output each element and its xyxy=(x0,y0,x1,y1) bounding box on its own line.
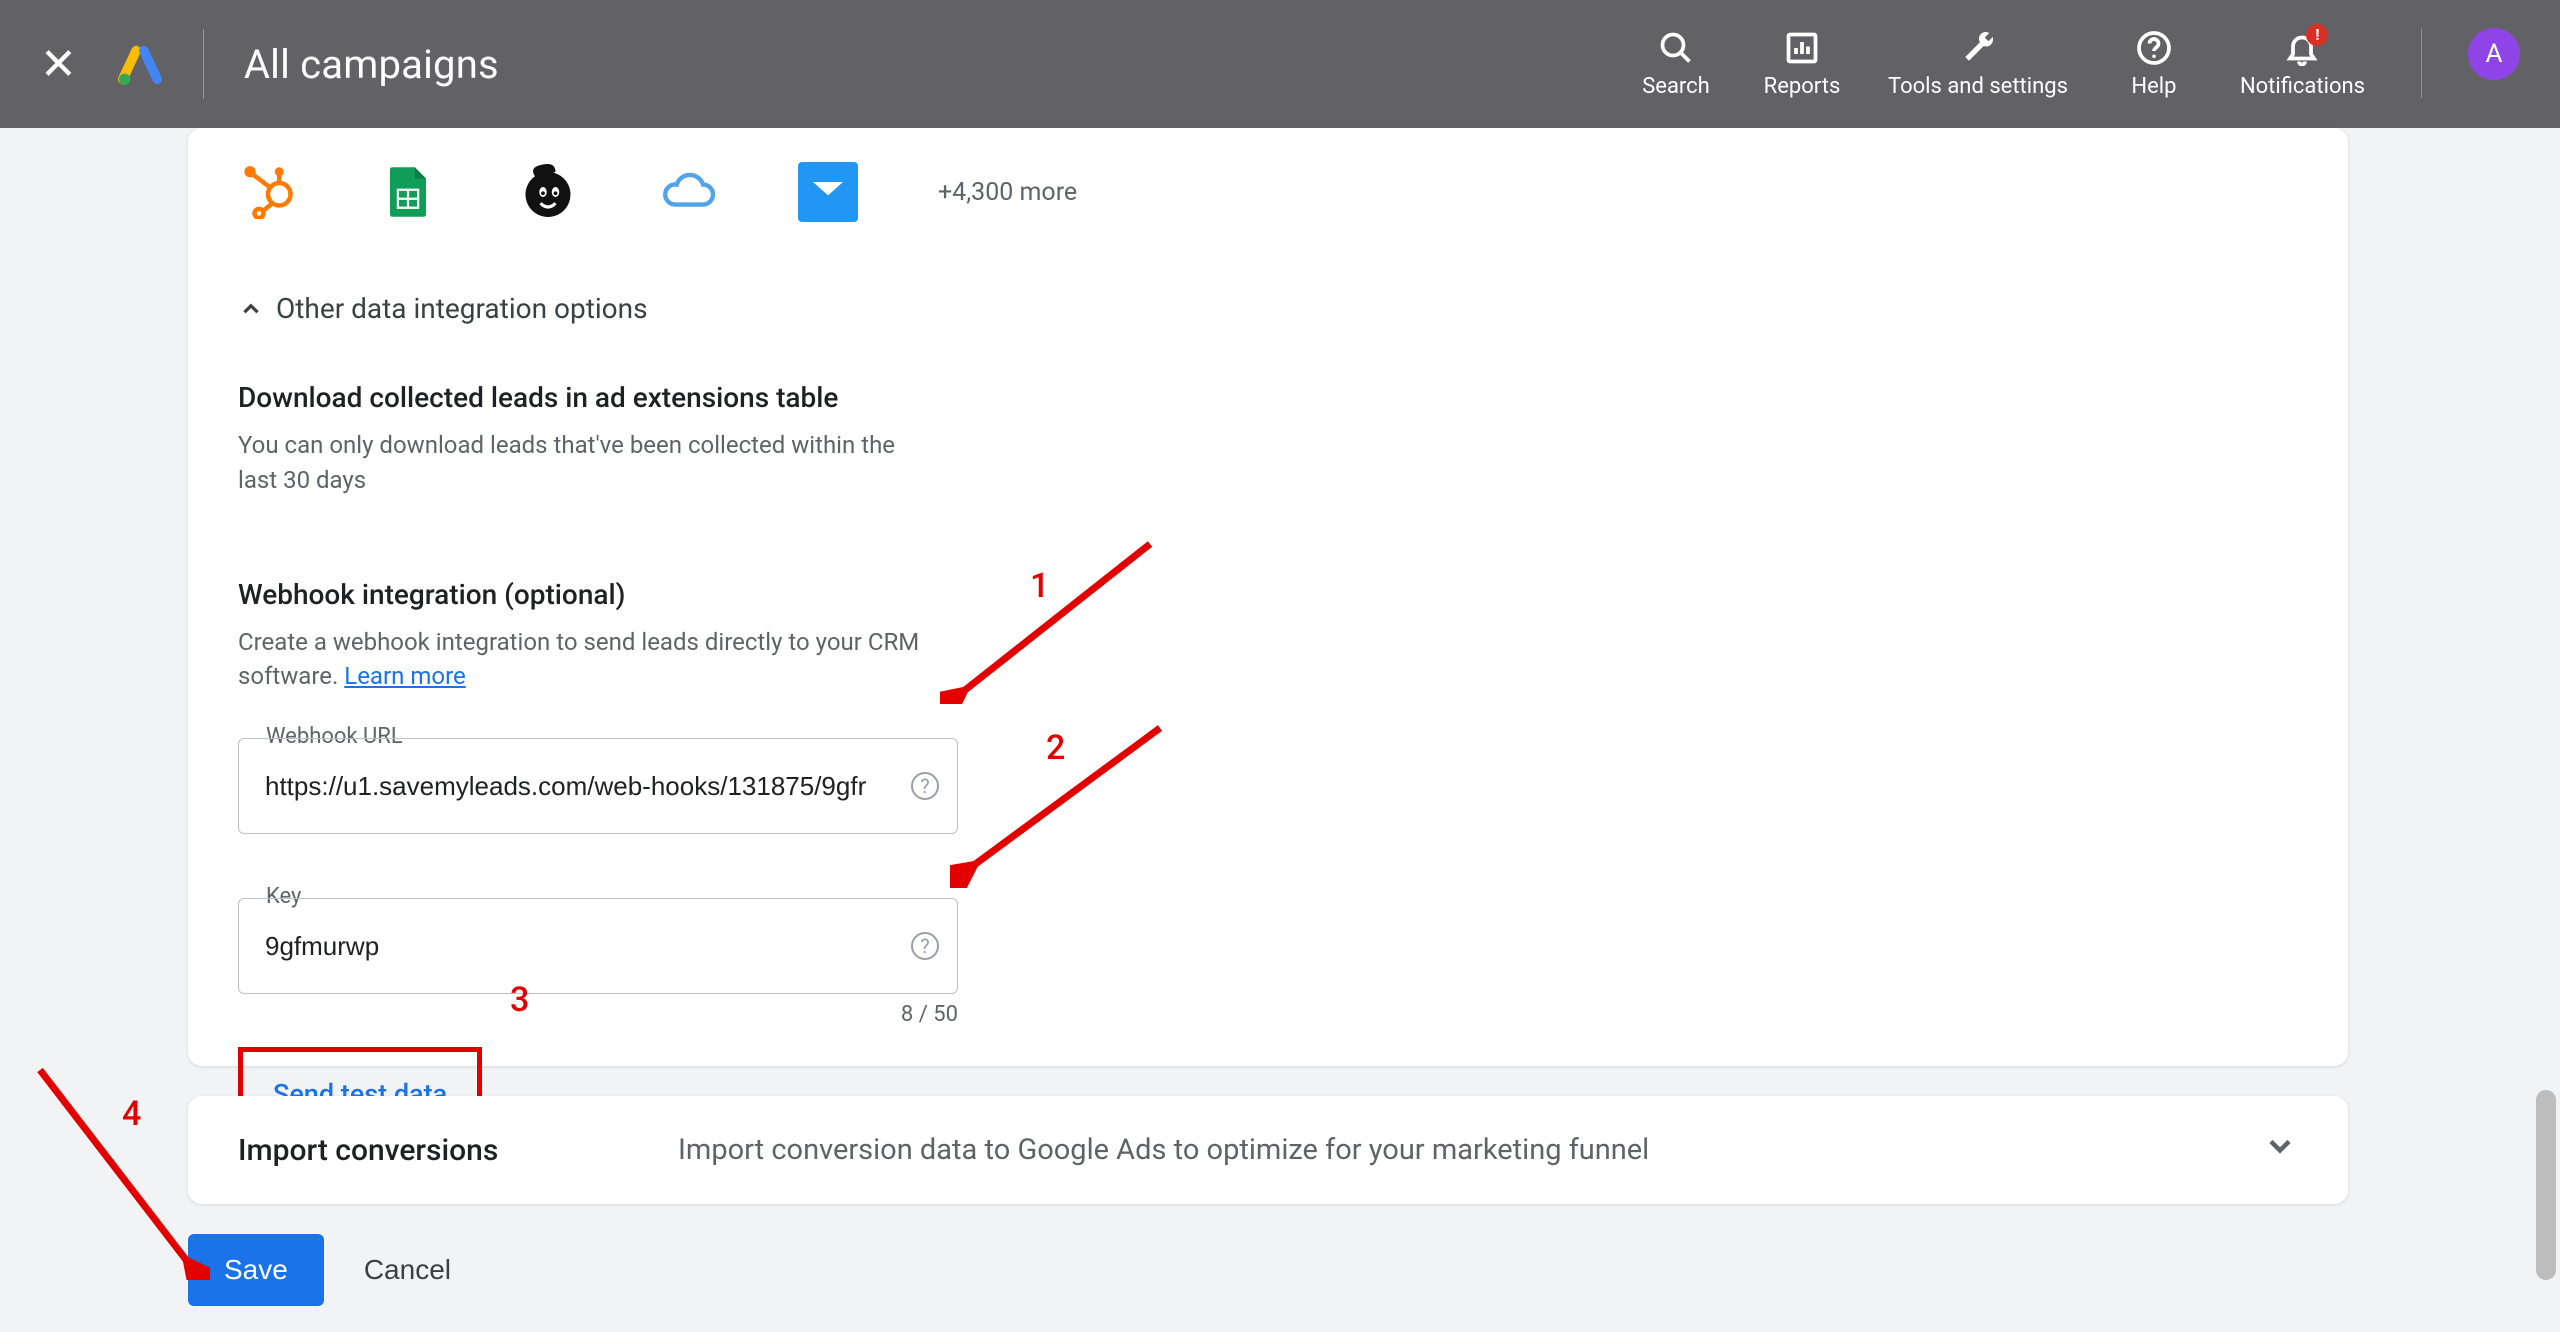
import-conversions-desc: Import conversion data to Google Ads to … xyxy=(678,1133,2262,1167)
search-label: Search xyxy=(1642,74,1710,100)
webhook-url-box: ? xyxy=(238,738,958,834)
top-bar: ✕ All campaigns Search Reports Tools and… xyxy=(0,0,2560,128)
webhook-key-field: Key ? xyxy=(238,898,958,994)
mailchimp-icon[interactable] xyxy=(518,162,578,222)
divider xyxy=(2421,28,2422,98)
import-conversions-card[interactable]: Import conversions Import conversion dat… xyxy=(188,1096,2348,1204)
help-icon xyxy=(2134,28,2174,68)
annotation-number-1: 1 xyxy=(1030,566,1049,606)
google-ads-logo xyxy=(117,41,163,87)
annotation-number-3: 3 xyxy=(510,980,529,1020)
close-icon[interactable]: ✕ xyxy=(40,42,77,86)
webhook-desc-text: Create a webhook integration to send lea… xyxy=(238,628,919,691)
help-label: Help xyxy=(2131,74,2176,100)
reports-icon xyxy=(1782,28,1822,68)
topbar-left: ✕ All campaigns xyxy=(40,29,499,99)
tools-settings-label: Tools and settings xyxy=(1888,74,2068,100)
chevron-up-icon xyxy=(238,296,264,322)
notifications-tool[interactable]: ! Notifications xyxy=(2240,28,2365,100)
help-icon[interactable]: ? xyxy=(911,772,939,800)
avatar[interactable]: A xyxy=(2468,28,2520,80)
annotation-number-2: 2 xyxy=(1046,728,1065,768)
key-char-counter: 8 / 50 xyxy=(238,1002,958,1027)
lead-delivery-card: +4,300 more Other data integration optio… xyxy=(188,128,2348,1066)
notification-badge: ! xyxy=(2306,24,2328,46)
webhook-desc: Create a webhook integration to send lea… xyxy=(238,625,938,695)
cloud-icon[interactable] xyxy=(658,162,718,222)
help-tool[interactable]: Help xyxy=(2114,28,2194,100)
webhook-url-field: Webhook URL ? xyxy=(238,738,958,834)
more-integrations-text[interactable]: +4,300 more xyxy=(938,178,1077,207)
notifications-label: Notifications xyxy=(2240,74,2365,100)
page-title: All campaigns xyxy=(244,41,499,88)
google-sheets-icon[interactable] xyxy=(378,162,438,222)
learn-more-link[interactable]: Learn more xyxy=(344,662,465,690)
search-tool[interactable]: Search xyxy=(1636,28,1716,100)
help-icon[interactable]: ? xyxy=(911,932,939,960)
other-data-integration-toggle[interactable]: Other data integration options xyxy=(238,292,2298,325)
download-leads-heading: Download collected leads in ad extension… xyxy=(238,381,2298,414)
scrollbar-thumb[interactable] xyxy=(2536,1090,2556,1280)
toggle-label: Other data integration options xyxy=(276,292,648,325)
webhook-heading: Webhook integration (optional) xyxy=(238,578,2298,611)
annotation-arrow-4 xyxy=(30,1060,210,1280)
import-conversions-title: Import conversions xyxy=(238,1133,678,1168)
campaign-monitor-icon[interactable] xyxy=(798,162,858,222)
bell-icon: ! xyxy=(2282,28,2322,68)
chevron-down-icon xyxy=(2262,1128,2298,1173)
tools-settings-tool[interactable]: Tools and settings xyxy=(1888,28,2068,100)
cancel-button[interactable]: Cancel xyxy=(364,1254,451,1286)
search-icon xyxy=(1656,28,1696,68)
footer-buttons: Save Cancel xyxy=(188,1234,451,1306)
webhook-key-input[interactable] xyxy=(265,931,897,962)
annotation-number-4: 4 xyxy=(122,1094,141,1134)
download-leads-desc: You can only download leads that've been… xyxy=(238,428,938,498)
reports-label: Reports xyxy=(1764,74,1841,100)
integrations-row: +4,300 more xyxy=(238,152,2298,222)
wrench-icon xyxy=(1958,28,1998,68)
topbar-right: Search Reports Tools and settings Help ! xyxy=(1636,28,2520,100)
webhook-url-input[interactable] xyxy=(265,771,897,802)
reports-tool[interactable]: Reports xyxy=(1762,28,1842,100)
divider xyxy=(203,29,204,99)
save-button[interactable]: Save xyxy=(188,1234,324,1306)
webhook-key-box: ? xyxy=(238,898,958,994)
hubspot-icon[interactable] xyxy=(238,162,298,222)
